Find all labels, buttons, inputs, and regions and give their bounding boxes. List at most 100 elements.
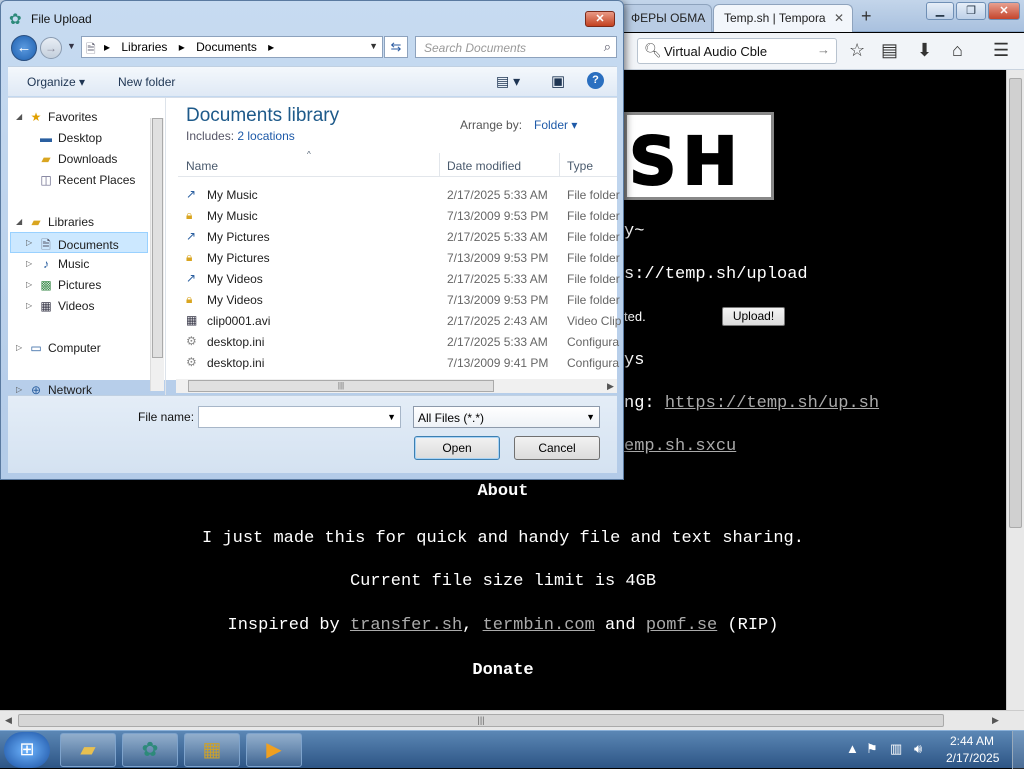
reading-list-icon[interactable]: ▤ (881, 40, 898, 61)
expand-icon[interactable]: ▷ (16, 385, 22, 394)
tab-other[interactable]: ФЕРЫ ОБМА (620, 4, 712, 32)
collapse-icon[interactable]: ◢ (16, 217, 22, 226)
scroll-right-icon[interactable]: ▶ (607, 381, 614, 392)
nav-desktop[interactable]: ▬ Desktop (38, 131, 102, 145)
view-options-icon[interactable]: ▤ ▾ (496, 73, 520, 90)
show-hidden-icons-icon[interactable]: ▲ (846, 741, 859, 756)
nav-favorites[interactable]: ◢ ★ Favorites (16, 110, 97, 124)
bookmark-star-icon[interactable]: ☆ (849, 40, 865, 61)
nav-music[interactable]: ▷ ♪ Music (26, 257, 89, 271)
flag-icon[interactable]: ⚑ (866, 741, 878, 757)
address-dropdown-icon[interactable]: ▼ (369, 41, 378, 51)
file-row[interactable]: 🔒︎ My Music 7/13/2009 9:53 PM File folder (178, 205, 620, 226)
nav-libraries[interactable]: ◢ ▰ Libraries (16, 215, 94, 229)
termbin-link[interactable]: termbin.com (483, 616, 595, 635)
minimize-button[interactable]: ▁ (926, 2, 954, 20)
cancel-button[interactable]: Cancel (514, 436, 600, 460)
file-row[interactable]: ▦ clip0001.avi 2/17/2025 2:43 AM Video Clip (178, 310, 621, 331)
nav-downloads[interactable]: ▰ Downloads (38, 152, 117, 166)
nav-computer[interactable]: ▷ ▭ Computer (16, 341, 101, 355)
column-divider[interactable] (439, 153, 440, 177)
file-row[interactable]: ↗ My Pictures 2/17/2025 5:33 AM File folder (178, 226, 620, 247)
sxcu-link[interactable]: emp.sh.sxcu (624, 437, 736, 456)
history-dropdown-icon[interactable]: ▼ (67, 41, 76, 51)
transfer-sh-link[interactable]: transfer.sh (350, 616, 462, 635)
nav-videos[interactable]: ▷ ▦ Videos (26, 299, 94, 313)
show-desktop-button[interactable] (1012, 731, 1024, 769)
nav-recent-places[interactable]: ◫ Recent Places (38, 173, 135, 187)
start-button[interactable]: ⊞ (4, 732, 50, 768)
volume-icon[interactable]: 🔊︎ (914, 741, 922, 757)
search-input[interactable]: 🔍︎ Virtual Audio Cble → (637, 38, 837, 64)
expand-icon[interactable]: ▷ (26, 259, 32, 268)
expand-icon[interactable]: ▷ (26, 301, 32, 310)
nav-pictures[interactable]: ▷ ▩ Pictures (26, 278, 101, 292)
home-icon[interactable]: ⌂ (952, 40, 963, 61)
expand-icon[interactable]: ▷ (16, 343, 22, 352)
tab-temp-sh[interactable]: Temp.sh | Tempora ✕ (713, 4, 853, 32)
file-row[interactable]: ↗ My Music 2/17/2025 5:33 AM File folder (178, 184, 620, 205)
file-type-filter[interactable]: All Files (*.*) ▼ (413, 406, 600, 428)
close-window-button[interactable]: ✕ (988, 2, 1020, 20)
nav-documents[interactable]: ▷ 🗎 Documents (26, 236, 119, 257)
scroll-right-icon[interactable]: ▶ (992, 715, 999, 726)
col-date-modified[interactable]: Date modified (447, 159, 521, 173)
taskbar-media-player[interactable]: ▶ (246, 733, 302, 767)
taskbar-app-archive[interactable]: ▦ (184, 733, 240, 767)
dialog-close-button[interactable]: ✕ (585, 11, 615, 27)
file-row[interactable]: 🔒︎ My Pictures 7/13/2009 9:53 PM File folde… (178, 247, 620, 268)
address-bar[interactable]: 🗎 ▸ Libraries ▸ Documents ▸ ▼ (81, 36, 383, 58)
plus-icon[interactable]: + (861, 6, 872, 27)
file-list-horizontal-scrollbar[interactable]: ||| ▶ (176, 379, 617, 393)
scrollbar-thumb[interactable]: ||| (188, 380, 494, 392)
archive-icon: ▦ (202, 739, 222, 761)
close-tab-icon[interactable]: ✕ (834, 11, 844, 25)
file-row[interactable]: ⚙ desktop.ini 7/13/2009 9:41 PM Configura (178, 352, 619, 373)
scrollbar-thumb[interactable] (152, 118, 163, 358)
scrollbar-thumb[interactable] (1009, 78, 1022, 528)
breadcrumb-libraries[interactable]: Libraries (121, 40, 167, 54)
upload-button[interactable]: Upload! (722, 307, 785, 326)
taskbar-explorer[interactable]: ▰ (60, 733, 116, 767)
arrange-by-dropdown[interactable]: Folder ▾ (534, 118, 577, 132)
new-folder-button[interactable]: New folder (118, 75, 175, 89)
chevron-down-icon[interactable]: ▼ (387, 412, 396, 422)
column-divider[interactable] (559, 153, 560, 177)
maximize-button[interactable]: ❐ (956, 2, 986, 20)
clock-date[interactable]: 2/17/2025 (946, 751, 999, 765)
file-row[interactable]: ⚙ desktop.ini 2/17/2025 5:33 AM Configura (178, 331, 619, 352)
col-name[interactable]: Name (186, 159, 218, 173)
search-documents-input[interactable]: Search Documents ⌕ (415, 36, 617, 58)
scroll-left-icon[interactable]: ◀ (5, 715, 12, 726)
expand-icon[interactable]: ▷ (26, 280, 32, 289)
help-icon[interactable]: ? (587, 72, 604, 89)
nav-scrollbar[interactable] (150, 118, 164, 391)
scrollbar-thumb[interactable]: ||| (18, 714, 944, 727)
file-row[interactable]: ↗ My Videos 2/17/2025 5:33 AM File folder (178, 268, 620, 289)
chevron-down-icon[interactable]: ▼ (586, 412, 595, 422)
videos-icon: ▦ (40, 299, 52, 313)
file-row[interactable]: 🔒︎ My Videos 7/13/2009 9:53 PM File folder (178, 289, 620, 310)
col-type[interactable]: Type (567, 159, 593, 173)
locations-link[interactable]: 2 locations (237, 129, 294, 143)
expand-icon[interactable]: ▷ (26, 238, 32, 247)
preview-pane-icon[interactable]: ▣ (551, 72, 565, 90)
download-icon[interactable]: ⬇ (917, 40, 932, 61)
network-icon[interactable]: ▥ (890, 741, 902, 757)
script-link[interactable]: https://temp.sh/up.sh (665, 394, 879, 413)
back-button[interactable]: ← (11, 35, 37, 61)
forward-button[interactable]: → (40, 37, 62, 59)
page-vertical-scrollbar[interactable] (1006, 70, 1024, 710)
go-arrow-icon[interactable]: → (817, 42, 830, 57)
file-name-input[interactable]: ▼ (198, 406, 401, 428)
open-button[interactable]: Open (414, 436, 500, 460)
collapse-icon[interactable]: ◢ (16, 112, 22, 121)
organize-button[interactable]: Organize ▾ (27, 75, 85, 89)
taskbar-app-dragon[interactable]: ✿ (122, 733, 178, 767)
breadcrumb-documents[interactable]: Documents (196, 40, 257, 54)
menu-icon[interactable]: ☰ (993, 40, 1009, 61)
pomf-link[interactable]: pomf.se (646, 616, 717, 635)
page-horizontal-scrollbar[interactable]: ◀ ||| ▶ (0, 710, 1024, 730)
clock-time[interactable]: 2:44 AM (950, 734, 994, 748)
refresh-button[interactable]: ⇆ (384, 36, 408, 58)
